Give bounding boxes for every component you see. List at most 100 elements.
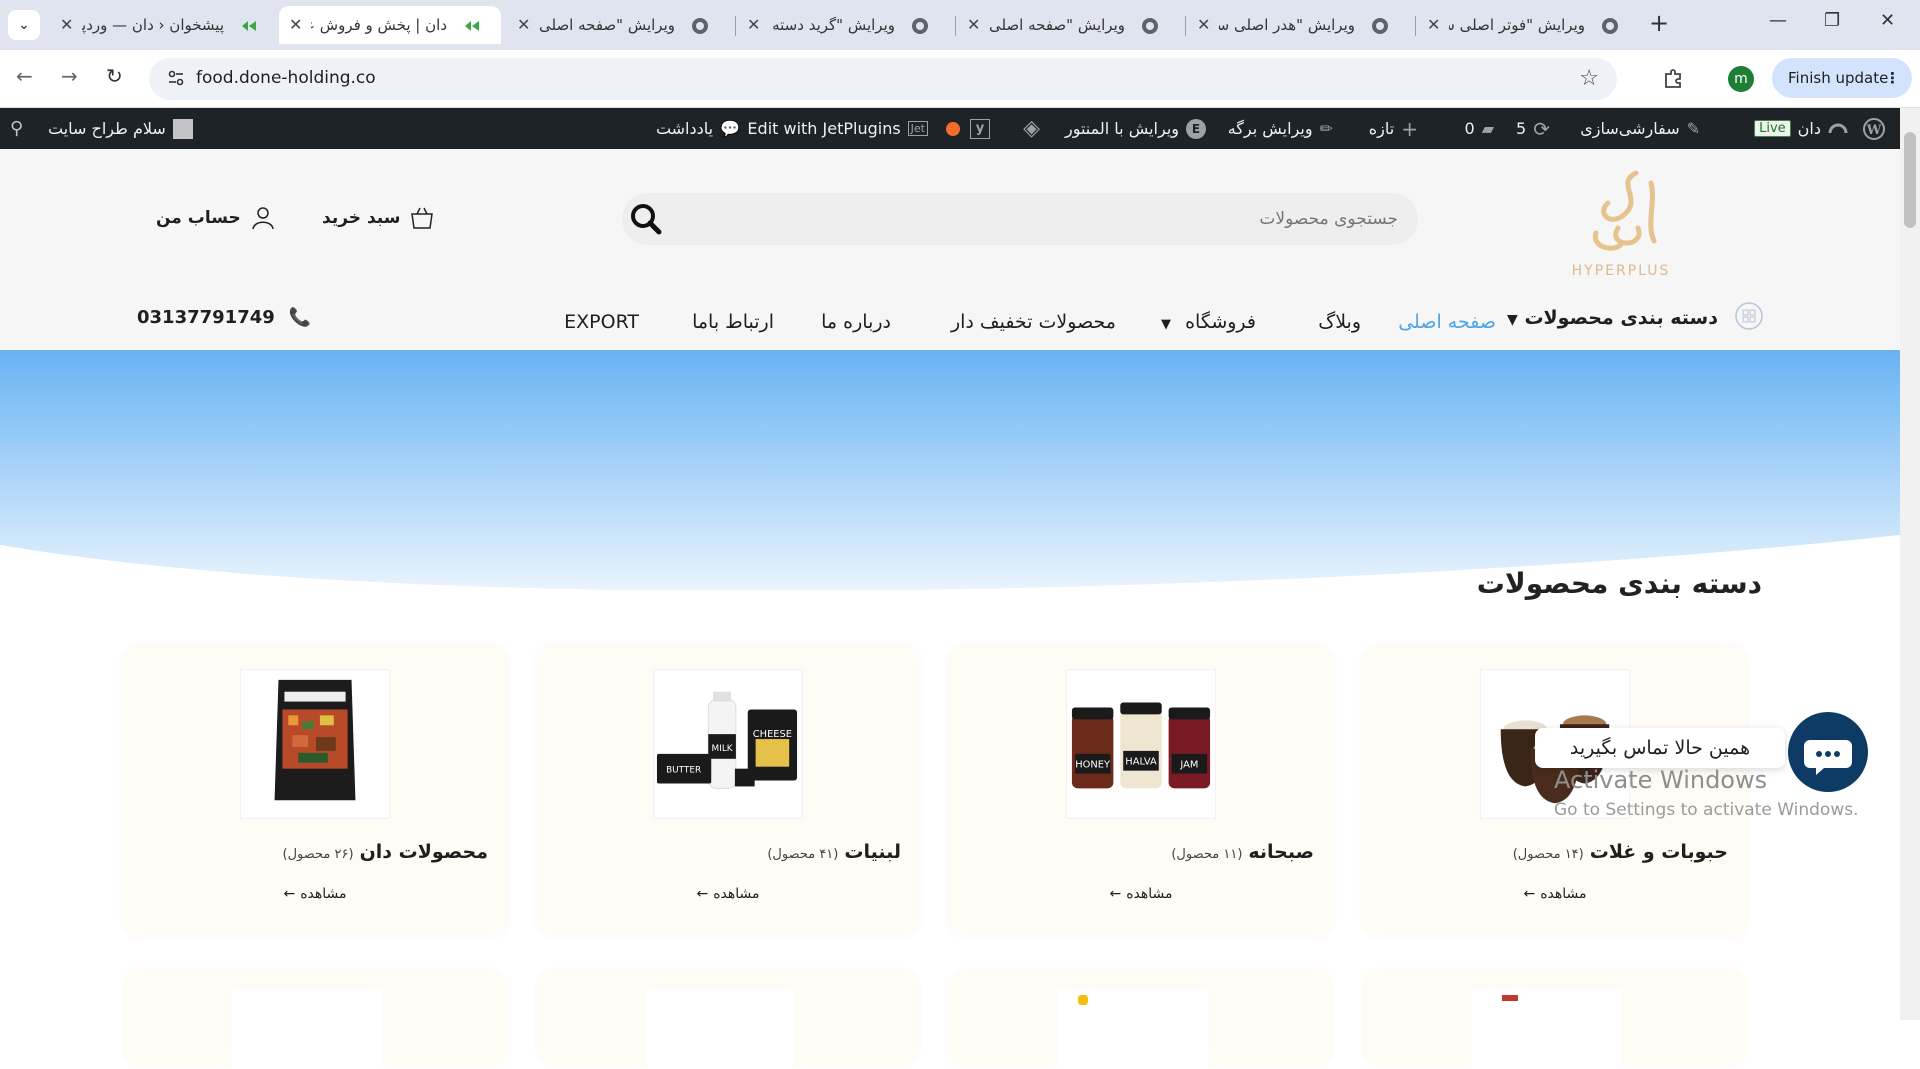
wp-logo-icon[interactable]: W: [1862, 108, 1886, 149]
call-now-label[interactable]: همین حالا تماس بگیرید: [1535, 728, 1785, 768]
scrollbar-thumb[interactable]: [1904, 132, 1916, 228]
diamond-icon[interactable]: ◈: [1023, 108, 1040, 149]
menu-export[interactable]: EXPORT: [564, 311, 639, 333]
site-page: HYPERPLUS سبد خرید حساب من دسته بندی محص…: [0, 149, 1900, 1069]
product-search: [622, 193, 1418, 245]
hyperplus-logo[interactable]: HYPERPLUS: [1556, 153, 1686, 283]
site-info-icon[interactable]: [167, 69, 185, 87]
close-icon[interactable]: ✕: [517, 15, 530, 34]
wp-jetplugins[interactable]: Jet Edit with JetPlugins: [747, 108, 928, 149]
tab-dashboard[interactable]: پیشخوان ‹ دان — وردپرس ✕: [50, 6, 278, 44]
live-badge: Live: [1754, 120, 1791, 137]
tab-edit-grid[interactable]: ویرایش "گرید دسته بندی" ✕: [737, 6, 949, 44]
wp-edit-elementor[interactable]: E ویرایش با المنتور: [1065, 108, 1206, 149]
more-vert-icon: ⋮: [1885, 69, 1900, 87]
menu-blog[interactable]: وبلاگ: [1318, 311, 1361, 333]
arrow-left-icon: ←: [1109, 886, 1122, 902]
close-icon[interactable]: ✕: [289, 15, 302, 34]
cart-link[interactable]: سبد خرید: [322, 204, 436, 232]
minimize-icon[interactable]: —: [1769, 10, 1787, 31]
tab-search-button[interactable]: ⌄: [8, 10, 40, 40]
arrow-left-icon: ←: [283, 886, 296, 902]
wp-customize[interactable]: ✎ سفارشی‌سازی: [1580, 108, 1700, 149]
dashboard-icon: [1828, 123, 1848, 133]
wp-account[interactable]: سلام طراح سایت: [48, 108, 193, 149]
category-card[interactable]: [122, 967, 508, 1069]
category-card[interactable]: HONEY HALVA JAM صبحانه(۱۱ محصول) مشاهده ←: [948, 645, 1334, 937]
category-card[interactable]: محصولات دان(۲۶ محصول) مشاهده ←: [122, 645, 508, 937]
menu-categories[interactable]: دسته بندی محصولات ▼: [1507, 307, 1718, 329]
yoast-icon[interactable]: y: [970, 108, 990, 149]
chevron-down-icon: ▼: [1507, 312, 1518, 328]
view-label: مشاهده: [713, 886, 760, 902]
arrow-left-icon: ←: [1523, 886, 1536, 902]
wp-site-menu[interactable]: دان Live: [1754, 108, 1848, 149]
view-link[interactable]: مشاهده ←: [696, 886, 759, 902]
address-bar[interactable]: food.done-holding.co ☆: [149, 58, 1617, 100]
category-card[interactable]: [948, 967, 1334, 1069]
category-count: (۱۴ محصول): [1512, 847, 1584, 862]
wp-new[interactable]: + تازه: [1369, 108, 1418, 149]
jet-icon: Jet: [907, 121, 928, 136]
globe-icon: [1142, 18, 1158, 34]
close-window-icon[interactable]: ✕: [1880, 10, 1895, 31]
phone-number: 03137791749: [137, 307, 275, 328]
tab-title: ویرایش "فوتر اصلی سایت": [1449, 16, 1585, 34]
site-header: HYPERPLUS سبد خرید حساب من دسته بندی محص…: [0, 149, 1900, 350]
close-icon[interactable]: ✕: [1197, 15, 1210, 34]
menu-shop[interactable]: فروشگاه ▼: [1161, 311, 1256, 333]
reload-icon[interactable]: ↻: [106, 64, 123, 88]
menu-contact[interactable]: ارتباط باما: [692, 311, 774, 333]
forward-arrow-icon[interactable]: →: [61, 64, 78, 88]
menu-about[interactable]: درباره ما: [821, 311, 891, 333]
extensions-puzzle-icon[interactable]: [1662, 66, 1686, 90]
new-tab-plus-icon[interactable]: +: [1649, 9, 1669, 37]
view-link[interactable]: مشاهده ←: [283, 886, 346, 902]
search-icon[interactable]: ⚲: [10, 108, 23, 149]
wp-updates[interactable]: ⟳ 5: [1516, 108, 1550, 149]
brush-icon: ✎: [1686, 119, 1700, 138]
close-icon[interactable]: ✕: [967, 15, 980, 34]
account-link[interactable]: حساب من: [156, 204, 277, 232]
activate-windows-subtitle: Go to Settings to activate Windows.: [1554, 800, 1859, 820]
finish-update-button[interactable]: Finish update ⋮: [1772, 58, 1912, 98]
close-icon[interactable]: ✕: [60, 15, 73, 34]
category-card[interactable]: [1362, 967, 1748, 1069]
svg-text:HONEY: HONEY: [1075, 760, 1111, 771]
tab-edit-home[interactable]: ویرایش "صفحه اصلی" ✕: [507, 6, 729, 44]
back-arrow-icon[interactable]: ←: [16, 64, 33, 88]
browser-toolbar: ← → ↻ food.done-holding.co ☆ m Finish up…: [0, 50, 1920, 108]
wp-edit-page[interactable]: ✏ ویرایش برگه: [1228, 108, 1333, 149]
basket-icon: [411, 207, 434, 229]
tab-title: دان | پخش و فروش عمده: [311, 16, 447, 34]
chat-button[interactable]: [1788, 712, 1868, 792]
phone-contact[interactable]: 03137791749 📞: [137, 307, 311, 328]
category-name: حبوبات و غلات(۱۴ محصول): [1512, 841, 1728, 863]
search-icon[interactable]: [628, 201, 664, 237]
tab-site[interactable]: دان | پخش و فروش عمده ✕: [279, 6, 501, 44]
globe-icon: [1602, 18, 1618, 34]
page-scrollbar[interactable]: [1900, 108, 1920, 1020]
close-icon[interactable]: ✕: [747, 15, 760, 34]
wp-notes[interactable]: 💬 یادداشت: [656, 108, 740, 149]
restore-icon[interactable]: ❐: [1824, 10, 1840, 31]
bookmark-star-icon[interactable]: ☆: [1579, 66, 1599, 91]
view-link[interactable]: مشاهده ←: [1109, 886, 1172, 902]
close-icon[interactable]: ✕: [1427, 15, 1440, 34]
category-card[interactable]: [535, 967, 921, 1069]
profile-avatar[interactable]: m: [1728, 66, 1754, 92]
jet-label: Edit with JetPlugins: [747, 119, 901, 138]
menu-discount[interactable]: محصولات تخفیف دار: [951, 311, 1116, 333]
grid-menu-icon[interactable]: [1734, 301, 1764, 331]
tab-edit-footer[interactable]: ویرایش "فوتر اصلی سایت" ✕: [1417, 6, 1639, 44]
wp-comments[interactable]: ▰ 0: [1465, 108, 1495, 149]
tab-edit-home-2[interactable]: ویرایش "صفحه اصلی" ✕: [957, 6, 1179, 44]
view-link[interactable]: مشاهده ←: [1523, 886, 1586, 902]
search-input[interactable]: [718, 193, 1418, 245]
edit-page-label: ویرایش برگه: [1227, 119, 1313, 138]
category-name: لبنیات(۴۱ محصول): [767, 841, 901, 863]
tab-edit-header[interactable]: ویرایش "هدر اصلی سایت" ✕: [1187, 6, 1409, 44]
menu-home[interactable]: صفحه اصلی: [1398, 311, 1496, 333]
category-card[interactable]: MILK CHEESE BUTTER لبنیات(۴۱ محصول) مشاه…: [535, 645, 921, 937]
tab-title: پیشخوان ‹ دان — وردپرس: [82, 16, 224, 34]
